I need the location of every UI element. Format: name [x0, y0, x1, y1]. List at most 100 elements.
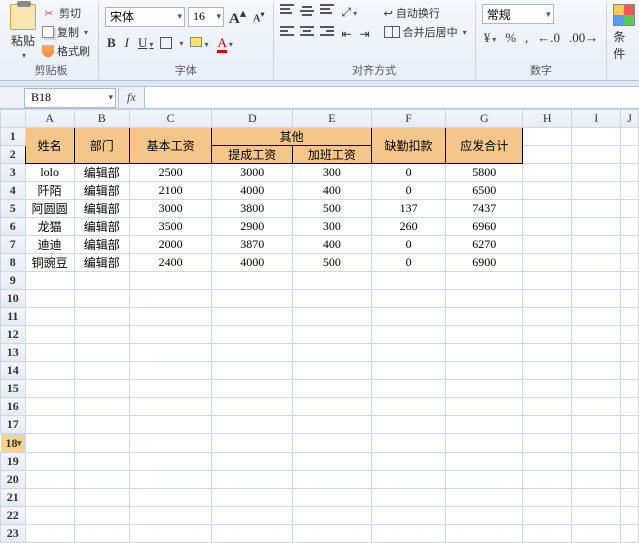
font-name-select[interactable]: 宋体: [105, 7, 185, 27]
cell[interactable]: [621, 290, 639, 308]
align-left-button[interactable]: [280, 26, 296, 40]
cell[interactable]: [523, 236, 572, 254]
cell[interactable]: 2100: [129, 182, 212, 200]
cell[interactable]: 铜豌豆: [25, 254, 74, 272]
cell[interactable]: [523, 489, 572, 507]
number-format-select[interactable]: 常规: [482, 4, 554, 24]
cell[interactable]: 400: [293, 236, 372, 254]
cell[interactable]: [74, 434, 129, 453]
shrink-font-button[interactable]: A▾: [251, 8, 266, 25]
cell[interactable]: [371, 434, 446, 453]
cell[interactable]: [371, 362, 446, 380]
cell[interactable]: 6960: [446, 218, 523, 236]
cell[interactable]: [523, 434, 572, 453]
cell[interactable]: [446, 362, 523, 380]
cell[interactable]: 300: [293, 218, 372, 236]
cell[interactable]: [25, 344, 74, 362]
col-header[interactable]: D: [212, 110, 293, 128]
cell[interactable]: [523, 525, 572, 543]
cell[interactable]: [523, 344, 572, 362]
paste-button[interactable]: 粘贴 ▾: [10, 4, 36, 60]
cell[interactable]: [212, 290, 293, 308]
cell[interactable]: [572, 507, 621, 525]
increase-decimal-button[interactable]: ←.0: [535, 29, 562, 47]
cell[interactable]: 3000: [212, 164, 293, 182]
select-all-corner[interactable]: [1, 110, 26, 128]
cell[interactable]: [446, 380, 523, 398]
cell[interactable]: [293, 272, 372, 290]
underline-button[interactable]: U▾: [136, 34, 155, 52]
col-header[interactable]: H: [523, 110, 572, 128]
cell[interactable]: [74, 308, 129, 326]
cell[interactable]: [621, 308, 639, 326]
cell[interactable]: [293, 290, 372, 308]
cell[interactable]: 编辑部: [74, 218, 129, 236]
cell[interactable]: [74, 326, 129, 344]
cell[interactable]: [621, 128, 639, 146]
cell[interactable]: [446, 416, 523, 434]
cell[interactable]: [371, 344, 446, 362]
row-header[interactable]: 8: [1, 254, 26, 272]
row-header[interactable]: 10: [1, 290, 26, 308]
cell[interactable]: 3500: [129, 218, 212, 236]
fill-color-button[interactable]: ▾: [188, 34, 210, 52]
row-header[interactable]: 1: [1, 128, 26, 146]
row-header[interactable]: 16: [1, 398, 26, 416]
header-cell[interactable]: 部门: [74, 128, 129, 164]
cell[interactable]: [212, 489, 293, 507]
cell[interactable]: [371, 380, 446, 398]
cell[interactable]: [25, 416, 74, 434]
cell[interactable]: [572, 525, 621, 543]
grow-font-button[interactable]: A▴: [227, 4, 248, 29]
cell[interactable]: 300: [293, 164, 372, 182]
cell[interactable]: 3870: [212, 236, 293, 254]
cell[interactable]: [572, 218, 621, 236]
cell[interactable]: [293, 308, 372, 326]
cell[interactable]: [25, 434, 74, 453]
cell[interactable]: [129, 326, 212, 344]
cell[interactable]: [129, 525, 212, 543]
header-cell[interactable]: 姓名: [25, 128, 74, 164]
header-cell[interactable]: 加班工资: [293, 146, 372, 164]
cell[interactable]: [74, 272, 129, 290]
cell[interactable]: 迪迪: [25, 236, 74, 254]
cell[interactable]: [572, 236, 621, 254]
cell[interactable]: [129, 453, 212, 471]
cell[interactable]: [212, 326, 293, 344]
cell[interactable]: [129, 308, 212, 326]
cell[interactable]: [572, 128, 621, 146]
align-right-button[interactable]: [320, 26, 336, 40]
cell[interactable]: [293, 525, 372, 543]
cell[interactable]: [572, 254, 621, 272]
cell[interactable]: [446, 434, 523, 453]
cell[interactable]: 编辑部: [74, 164, 129, 182]
cell[interactable]: [74, 362, 129, 380]
cell[interactable]: [523, 164, 572, 182]
cell[interactable]: [621, 525, 639, 543]
cell[interactable]: lolo: [25, 164, 74, 182]
cell[interactable]: [371, 416, 446, 434]
cell[interactable]: [74, 290, 129, 308]
cell[interactable]: [523, 471, 572, 489]
cell[interactable]: [293, 453, 372, 471]
cell[interactable]: [523, 362, 572, 380]
cell[interactable]: [523, 254, 572, 272]
cell[interactable]: [523, 326, 572, 344]
col-header[interactable]: A: [25, 110, 74, 128]
cell[interactable]: [523, 308, 572, 326]
font-size-select[interactable]: 16: [188, 7, 224, 27]
cell[interactable]: [572, 489, 621, 507]
cell[interactable]: [25, 453, 74, 471]
cell[interactable]: [25, 398, 74, 416]
row-header[interactable]: 3: [1, 164, 26, 182]
cell[interactable]: [129, 344, 212, 362]
fx-label[interactable]: fx: [119, 87, 145, 108]
header-cell[interactable]: 应发合计: [446, 128, 523, 164]
border-button[interactable]: [160, 37, 172, 49]
row-header[interactable]: 6: [1, 218, 26, 236]
cell[interactable]: 6270: [446, 236, 523, 254]
row-header[interactable]: 22: [1, 507, 26, 525]
cell[interactable]: [621, 146, 639, 164]
cell[interactable]: [212, 380, 293, 398]
cell[interactable]: [129, 507, 212, 525]
